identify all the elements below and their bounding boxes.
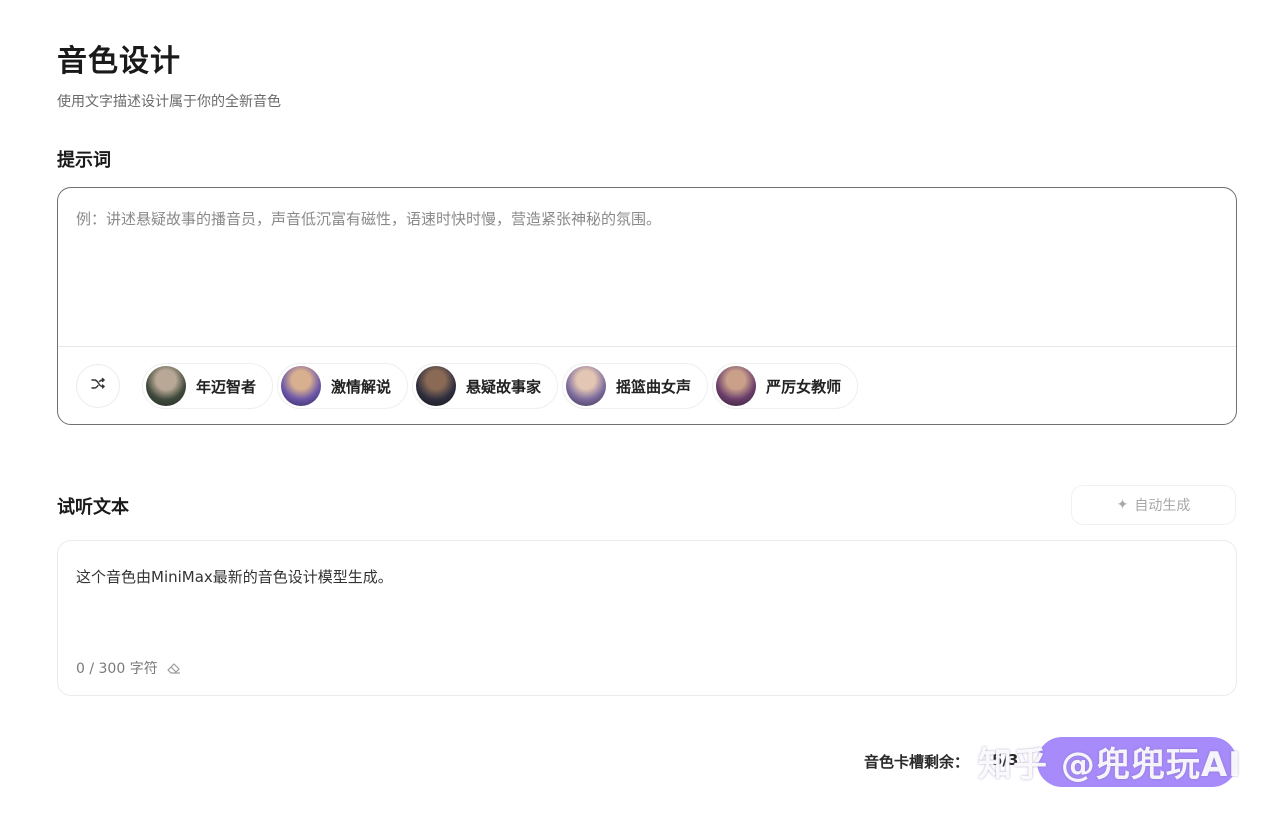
preset-avatar	[281, 366, 322, 406]
preset-chip[interactable]: 激情解说	[277, 363, 409, 409]
prompt-box[interactable]: 例：讲述悬疑故事的播音员，声音低沉富有磁性，语速时快时慢，营造紧张神秘的氛围。 …	[57, 187, 1237, 425]
preset-chip[interactable]: 摇篮曲女声	[562, 363, 709, 409]
eraser-icon[interactable]	[166, 661, 182, 675]
preset-chip-label: 激情解说	[331, 377, 392, 396]
preset-chip-label: 年迈智者	[196, 377, 257, 396]
preset-row: 年迈智者 激情解说 悬疑故事家 摇篮曲女声 严厉女教师	[76, 363, 862, 409]
auto-generate-label: 自动生成	[1134, 498, 1191, 514]
preview-box[interactable]: 这个音色由MiniMax最新的音色设计模型生成。 0 / 300 字符	[57, 540, 1237, 696]
preset-avatar	[716, 366, 757, 406]
auto-generate-button[interactable]: ✦ 自动生成	[1071, 485, 1236, 525]
shuffle-icon	[90, 376, 106, 396]
prompt-section-label: 提示词	[57, 150, 111, 171]
slots-remaining-label: 音色卡槽剩余：	[864, 753, 970, 771]
page-title: 音色设计	[57, 44, 181, 79]
watermark: 知乎 @兜兜玩AI	[978, 745, 1242, 785]
shuffle-button[interactable]	[76, 364, 120, 408]
prompt-divider	[58, 346, 1236, 347]
char-count-text: 0 / 300 字符	[76, 661, 158, 677]
prompt-input[interactable]: 例：讲述悬疑故事的播音员，声音低沉富有磁性，语速时快时慢，营造紧张神秘的氛围。	[76, 208, 661, 229]
preview-text-input[interactable]: 这个音色由MiniMax最新的音色设计模型生成。	[76, 566, 393, 587]
sparkle-icon: ✦	[1116, 497, 1129, 513]
preset-chip[interactable]: 悬疑故事家	[412, 363, 559, 409]
preset-chip-label: 悬疑故事家	[466, 377, 542, 396]
preset-chip-label: 摇篮曲女声	[616, 377, 692, 396]
preview-section-label: 试听文本	[57, 497, 129, 518]
preset-chip[interactable]: 严厉女教师	[712, 363, 859, 409]
char-counter: 0 / 300 字符	[76, 658, 182, 678]
preset-avatar	[146, 366, 186, 406]
page-subtitle: 使用文字描述设计属于你的全新音色	[57, 94, 281, 110]
preset-chip[interactable]: 年迈智者	[142, 363, 274, 409]
preset-avatar	[416, 366, 457, 406]
preset-chip-label: 严厉女教师	[766, 377, 842, 396]
preset-avatar	[566, 366, 607, 406]
